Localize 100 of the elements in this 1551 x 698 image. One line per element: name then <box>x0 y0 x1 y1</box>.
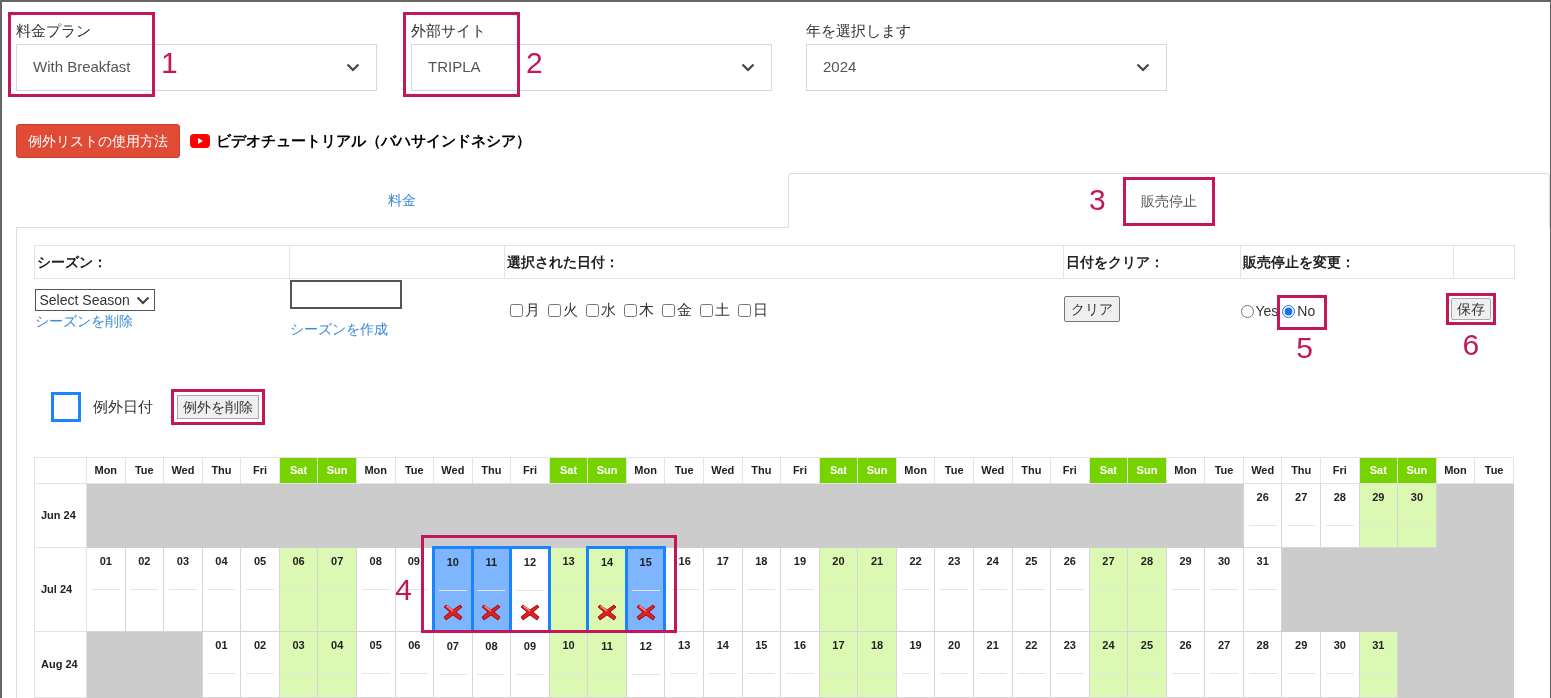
remove-exception-button[interactable]: 例外を削除 <box>177 395 259 420</box>
clear-button[interactable]: クリア <box>1063 296 1120 322</box>
day-cell[interactable]: 14 <box>587 547 627 632</box>
day-cell[interactable]: 23 <box>1050 631 1090 698</box>
day-cell[interactable]: 30 <box>1204 547 1244 632</box>
day-cell[interactable]: 22 <box>896 547 935 632</box>
day-cell[interactable]: 23 <box>934 547 974 632</box>
tab[interactable]: 3 販売停止 <box>788 173 1550 228</box>
day-cell[interactable]: 31 <box>1359 631 1398 698</box>
day-cell[interactable]: 13 <box>549 547 588 632</box>
day-cell[interactable]: 12 <box>510 547 550 632</box>
day-cell[interactable]: 14 <box>703 631 743 698</box>
day-cell[interactable]: 09 <box>510 631 550 698</box>
exception-legend-swatch <box>51 392 81 422</box>
day-cell[interactable]: 28 <box>1243 631 1282 698</box>
day-cell[interactable]: 04 <box>202 547 241 632</box>
day-cell[interactable]: 27 <box>1281 483 1321 548</box>
weekday-checkbox[interactable] <box>585 303 599 317</box>
tab[interactable]: 料金 <box>16 173 788 228</box>
day-cell[interactable]: 19 <box>780 547 820 632</box>
day-number: 12 <box>523 555 537 569</box>
day-cell[interactable]: 07 <box>317 547 357 632</box>
video-tutorial-link[interactable]: ビデオチュートリアル（バハサインドネシア） <box>190 129 531 153</box>
day-cell[interactable]: 12 <box>626 631 665 698</box>
day-cell[interactable]: 06 <box>279 547 318 632</box>
day-cell[interactable]: 27 <box>1089 547 1128 632</box>
save-button[interactable]: 保存 <box>1450 298 1491 320</box>
radio-button[interactable] <box>1282 305 1296 318</box>
day-cell[interactable]: 03 <box>163 547 203 632</box>
weekday-header: Thu <box>202 457 241 484</box>
day-cell[interactable]: 10 <box>549 631 588 698</box>
day-number: 08 <box>485 639 498 653</box>
day-cell[interactable]: 25 <box>1127 631 1167 698</box>
day-cell[interactable]: 20 <box>934 631 974 698</box>
dropdown-select[interactable]: 2024 <box>806 44 1167 91</box>
create-season-link[interactable]: シーズンを作成 <box>289 319 505 340</box>
day-cell[interactable]: 30 <box>1397 483 1437 548</box>
day-cell[interactable]: 10 <box>433 547 473 632</box>
weekday-checkbox[interactable] <box>509 303 523 317</box>
day-cell[interactable]: 11 <box>587 631 627 698</box>
day-cell[interactable]: 22 <box>1012 631 1051 698</box>
weekday-checkbox[interactable] <box>661 303 675 317</box>
day-cell[interactable]: 28 <box>1320 483 1360 548</box>
day-cell[interactable]: 24 <box>973 547 1012 632</box>
day-cell[interactable]: 28 <box>1127 547 1167 632</box>
field-label: 外部サイト <box>411 21 487 41</box>
day-cell[interactable]: 01 <box>86 547 126 632</box>
day-cell[interactable]: 16 <box>780 631 820 698</box>
day-cell[interactable]: 19 <box>896 631 935 698</box>
radio-button[interactable] <box>1240 305 1254 318</box>
help-button[interactable]: 例外リストの使用方法 <box>16 124 180 158</box>
callout-number: 4 <box>395 575 413 605</box>
day-cell[interactable]: 29 <box>1359 483 1398 548</box>
day-cell[interactable]: 02 <box>240 631 280 698</box>
day-number: 23 <box>948 554 961 568</box>
day-cell[interactable]: 18 <box>742 547 781 632</box>
day-cell[interactable]: 11 <box>472 547 511 632</box>
day-cell[interactable]: 24 <box>1089 631 1128 698</box>
day-cell[interactable]: 17 <box>819 631 858 698</box>
day-number: 28 <box>1333 490 1346 504</box>
weekday-checkbox[interactable] <box>737 303 751 317</box>
delete-season-link[interactable]: シーズンを削除 <box>34 311 290 332</box>
day-cell[interactable]: 20 <box>819 547 858 632</box>
day-cell[interactable]: 29 <box>1166 547 1205 632</box>
day-number: 20 <box>832 554 845 568</box>
day-cell[interactable]: 29 <box>1281 631 1321 698</box>
day-cell[interactable]: 26 <box>1243 483 1282 548</box>
weekday-checkbox[interactable] <box>699 303 713 317</box>
day-cell[interactable]: 30 <box>1320 631 1360 698</box>
day-cell[interactable]: 18 <box>857 631 897 698</box>
day-cell[interactable]: 25 <box>1012 547 1051 632</box>
season-name-input[interactable] <box>289 280 402 309</box>
day-cell[interactable]: 05 <box>356 631 395 698</box>
day-cell[interactable]: 08 <box>356 547 395 632</box>
day-cell[interactable]: 13 <box>664 631 704 698</box>
weekday-checkbox[interactable] <box>623 303 637 317</box>
field-label: 料金プラン <box>16 21 92 41</box>
day-cell[interactable]: 06 <box>395 631 434 698</box>
day-cell[interactable]: 26 <box>1050 547 1090 632</box>
day-cell[interactable]: 04 <box>317 631 357 698</box>
day-cell[interactable]: 05 <box>240 547 280 632</box>
day-cell[interactable]: 01 <box>202 631 241 698</box>
day-cell[interactable]: 21 <box>857 547 897 632</box>
day-cell[interactable]: 21 <box>973 631 1012 698</box>
day-number: 15 <box>639 555 652 569</box>
weekday-checkbox[interactable] <box>547 303 561 317</box>
day-cell[interactable]: 27 <box>1204 631 1244 698</box>
weekday-header: Tue <box>395 457 434 484</box>
day-cell[interactable]: 15 <box>742 631 781 698</box>
weekday-header: Tue <box>934 457 974 484</box>
day-cell[interactable]: 15 <box>626 547 665 632</box>
day-cell[interactable]: 26 <box>1166 631 1205 698</box>
day-cell[interactable]: 08 <box>472 631 511 698</box>
day-cell[interactable]: 02 <box>125 547 164 632</box>
season-select[interactable]: Select Season <box>34 289 155 311</box>
day-number: 16 <box>678 554 691 568</box>
day-cell[interactable]: 03 <box>279 631 318 698</box>
day-cell[interactable]: 31 <box>1243 547 1282 632</box>
day-cell[interactable]: 07 <box>433 631 473 698</box>
day-cell[interactable]: 17 <box>703 547 743 632</box>
